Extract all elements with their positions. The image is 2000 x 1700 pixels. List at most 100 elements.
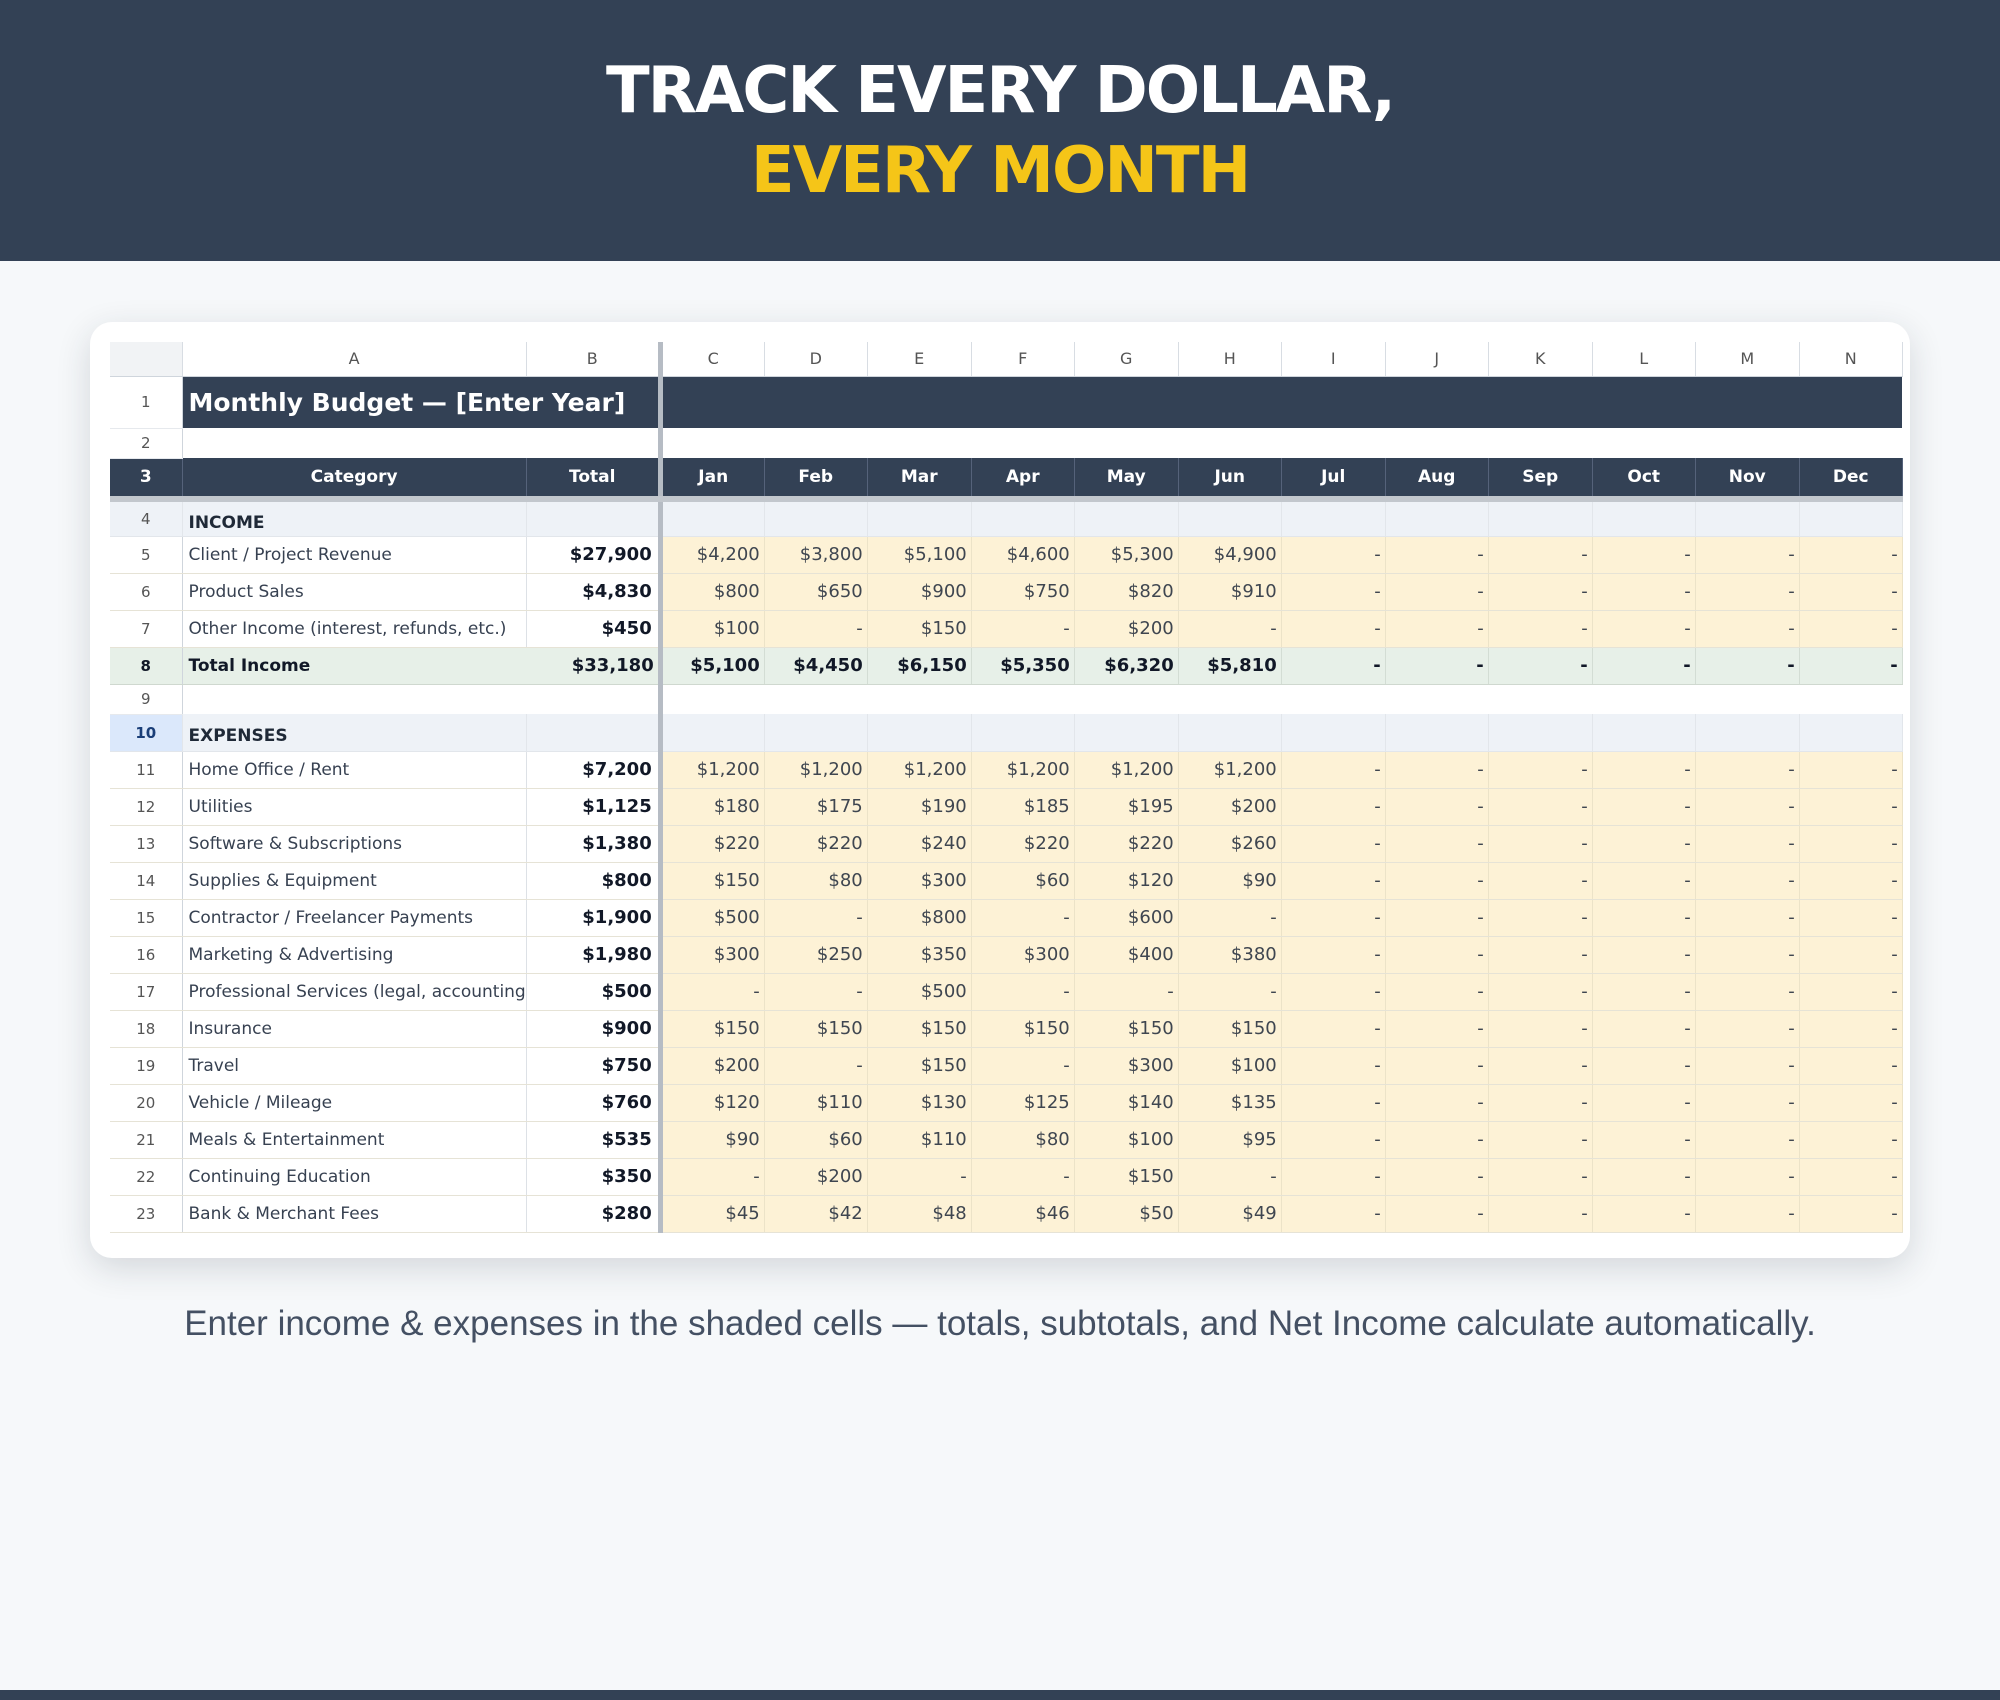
month-value-cell[interactable]: - (1488, 1195, 1593, 1233)
month-value-cell[interactable]: $120 (1074, 862, 1179, 900)
month-value-cell[interactable]: - (1799, 825, 1903, 863)
month-value-cell[interactable]: $150 (867, 1047, 972, 1085)
month-value-cell[interactable]: $4,450 (764, 647, 868, 685)
row-number[interactable]: 22 (110, 1158, 183, 1196)
row-total-cell[interactable]: $350 (526, 1158, 663, 1196)
empty-cell[interactable] (1799, 684, 1902, 714)
section-cell[interactable] (1385, 714, 1489, 752)
month-value-cell[interactable]: - (1385, 862, 1489, 900)
empty-cell[interactable] (1178, 428, 1281, 458)
row-number[interactable]: 12 (110, 788, 183, 826)
month-value-cell[interactable]: $150 (764, 1010, 868, 1048)
month-value-cell[interactable]: $150 (971, 1010, 1075, 1048)
empty-cell[interactable] (971, 428, 1074, 458)
month-value-cell[interactable]: - (1281, 973, 1386, 1011)
month-value-cell[interactable]: $1,200 (867, 751, 972, 789)
month-value-cell[interactable]: - (1488, 899, 1593, 937)
month-value-cell[interactable]: $300 (867, 862, 972, 900)
month-value-cell[interactable]: $90 (660, 1121, 765, 1159)
header-month-aug[interactable]: Aug (1385, 458, 1489, 502)
month-value-cell[interactable]: - (1281, 899, 1386, 937)
month-value-cell[interactable]: $500 (660, 899, 765, 937)
month-value-cell[interactable]: - (764, 1047, 868, 1085)
month-value-cell[interactable]: $300 (1074, 1047, 1179, 1085)
empty-cell[interactable] (1592, 428, 1695, 458)
row-total-cell[interactable]: $500 (526, 973, 663, 1011)
section-cell[interactable] (1281, 714, 1386, 752)
header-month-nov[interactable]: Nov (1695, 458, 1800, 502)
month-value-cell[interactable]: - (1799, 862, 1903, 900)
month-value-cell[interactable]: - (1695, 1084, 1800, 1122)
row-number[interactable]: 19 (110, 1047, 183, 1085)
month-value-cell[interactable]: - (1385, 1010, 1489, 1048)
section-cell[interactable] (660, 499, 765, 537)
month-value-cell[interactable]: - (1799, 788, 1903, 826)
empty-cell[interactable] (764, 428, 867, 458)
header-month-mar[interactable]: Mar (867, 458, 972, 502)
empty-cell[interactable] (660, 428, 764, 458)
month-value-cell[interactable]: - (1488, 1121, 1593, 1159)
month-value-cell[interactable]: - (1488, 647, 1593, 685)
empty-cell[interactable] (1799, 428, 1902, 458)
empty-cell[interactable] (1385, 684, 1488, 714)
month-value-cell[interactable]: - (1385, 1195, 1489, 1233)
month-value-cell[interactable]: - (1281, 1158, 1386, 1196)
empty-cell[interactable] (867, 428, 971, 458)
empty-cell[interactable] (1488, 684, 1592, 714)
month-value-cell[interactable]: - (1281, 751, 1386, 789)
month-value-cell[interactable]: - (1385, 610, 1489, 648)
month-value-cell[interactable]: - (1695, 1195, 1800, 1233)
header-month-oct[interactable]: Oct (1592, 458, 1696, 502)
month-value-cell[interactable]: $5,100 (867, 536, 972, 574)
month-value-cell[interactable]: $1,200 (1074, 751, 1179, 789)
section-cell[interactable] (1074, 714, 1179, 752)
row-number[interactable]: 18 (110, 1010, 183, 1048)
month-value-cell[interactable]: - (1695, 536, 1800, 574)
row-total-cell[interactable]: $1,900 (526, 899, 663, 937)
month-value-cell[interactable]: - (1178, 899, 1282, 937)
month-value-cell[interactable]: $80 (764, 862, 868, 900)
month-value-cell[interactable]: - (1695, 1047, 1800, 1085)
column-header-h[interactable]: H (1178, 342, 1282, 377)
column-header-i[interactable]: I (1281, 342, 1386, 377)
month-value-cell[interactable]: $125 (971, 1084, 1075, 1122)
month-value-cell[interactable]: - (1695, 973, 1800, 1011)
category-cell[interactable]: Supplies & Equipment (182, 862, 527, 900)
month-value-cell[interactable]: - (971, 973, 1075, 1011)
month-value-cell[interactable]: $5,810 (1178, 647, 1282, 685)
column-header-d[interactable]: D (764, 342, 868, 377)
month-value-cell[interactable]: - (1799, 1121, 1903, 1159)
section-cell[interactable] (1799, 714, 1903, 752)
header-month-jan[interactable]: Jan (660, 458, 765, 502)
month-value-cell[interactable]: $200 (1178, 788, 1282, 826)
month-value-cell[interactable]: - (1074, 973, 1179, 1011)
month-value-cell[interactable]: $800 (867, 899, 972, 937)
month-value-cell[interactable]: - (1385, 1158, 1489, 1196)
month-value-cell[interactable]: $250 (764, 936, 868, 974)
month-value-cell[interactable]: - (1281, 1121, 1386, 1159)
row-number[interactable]: 7 (110, 610, 183, 648)
month-value-cell[interactable]: - (1695, 862, 1800, 900)
month-value-cell[interactable]: $150 (660, 862, 765, 900)
row-number[interactable]: 14 (110, 862, 183, 900)
month-value-cell[interactable]: - (1281, 536, 1386, 574)
empty-cell[interactable] (182, 428, 526, 458)
month-value-cell[interactable]: $50 (1074, 1195, 1179, 1233)
month-value-cell[interactable]: $110 (764, 1084, 868, 1122)
row-number[interactable]: 16 (110, 936, 183, 974)
row-number[interactable]: 20 (110, 1084, 183, 1122)
month-value-cell[interactable]: $175 (764, 788, 868, 826)
category-cell[interactable]: Utilities (182, 788, 527, 826)
month-value-cell[interactable]: $200 (1074, 610, 1179, 648)
empty-cell[interactable] (1074, 428, 1178, 458)
row-number[interactable]: 6 (110, 573, 183, 611)
month-value-cell[interactable]: $150 (1178, 1010, 1282, 1048)
month-value-cell[interactable]: $750 (971, 573, 1075, 611)
month-value-cell[interactable]: - (764, 610, 868, 648)
month-value-cell[interactable]: $500 (867, 973, 972, 1011)
category-cell[interactable]: Home Office / Rent (182, 751, 527, 789)
month-value-cell[interactable]: $120 (660, 1084, 765, 1122)
month-value-cell[interactable]: $48 (867, 1195, 972, 1233)
month-value-cell[interactable]: - (1799, 1195, 1903, 1233)
month-value-cell[interactable]: $650 (764, 573, 868, 611)
